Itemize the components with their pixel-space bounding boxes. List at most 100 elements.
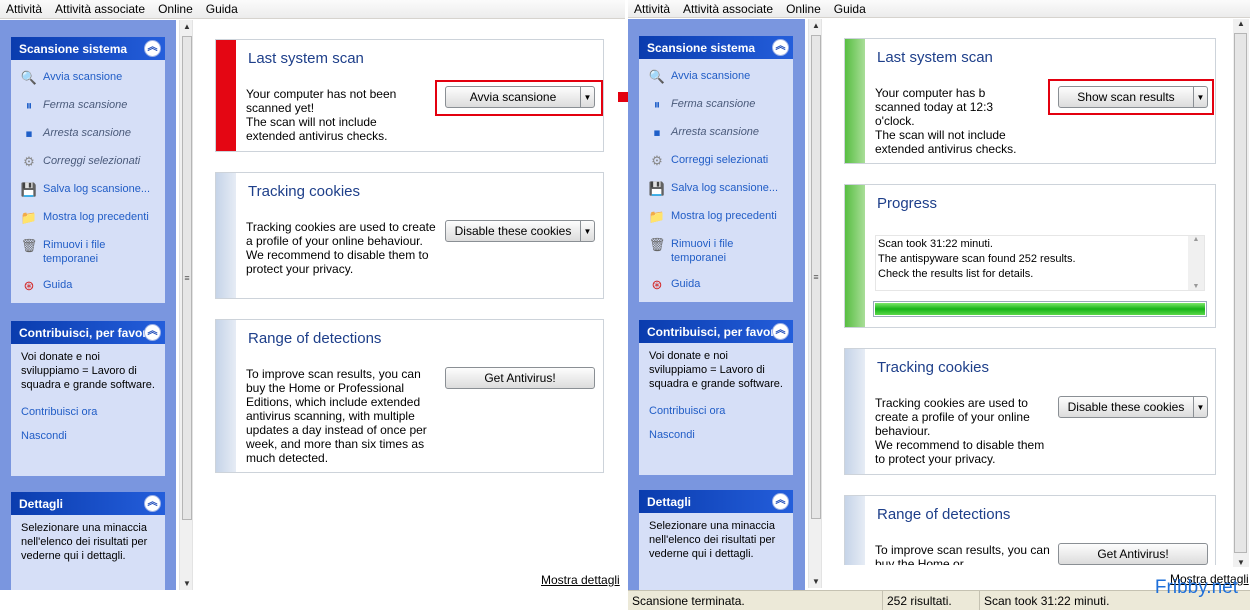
- folder-icon: 📁: [648, 209, 666, 224]
- lifebuoy-icon: ⊛: [651, 277, 663, 292]
- status-results-count: 252 risultati.: [883, 591, 980, 610]
- magnifier-icon: 🔍: [648, 69, 666, 84]
- get-antivirus-button[interactable]: Get Antivirus!: [1058, 543, 1208, 565]
- menu-online[interactable]: Online: [786, 2, 821, 16]
- menu-attivita[interactable]: Attività: [6, 2, 42, 16]
- collapse-icon[interactable]: ︽: [772, 39, 789, 56]
- collapse-icon[interactable]: ︽: [144, 495, 161, 512]
- splitter-grip-icon[interactable]: ≡: [811, 272, 821, 282]
- task-mostra-log[interactable]: 📁 Mostra log precedenti: [21, 210, 155, 226]
- scrollbar-thumb[interactable]: [1234, 33, 1247, 553]
- tracking-cookies-title: Tracking cookies: [877, 359, 989, 376]
- menu-online[interactable]: Online: [158, 2, 193, 16]
- collapse-icon[interactable]: ︽: [144, 40, 161, 57]
- status-stripe-blue: [216, 320, 236, 472]
- range-detections-text: To improve scan results, you can buy the…: [875, 543, 1050, 565]
- trash-icon: 🗑: [20, 238, 38, 253]
- splitter-scrollbar[interactable]: ▲ ≡ ▼: [179, 20, 193, 590]
- splitter-scrollbar[interactable]: ▲ ≡ ▼: [808, 19, 822, 588]
- status-message: Scansione terminata.: [628, 591, 883, 610]
- tracking-cookies-text: Tracking cookies are used to create a pr…: [246, 220, 436, 276]
- collapse-icon[interactable]: ︽: [772, 323, 789, 340]
- menu-attivita-associate[interactable]: Attività associate: [55, 2, 145, 16]
- scroll-down-icon[interactable]: ▼: [811, 577, 821, 586]
- collapse-icon[interactable]: ︽: [144, 324, 161, 341]
- menubar: Attività Attività associate Online Guida: [628, 0, 1250, 18]
- contrib-box-header[interactable]: Contribuisci, per favore ︽: [639, 320, 793, 343]
- contribuisci-ora-link[interactable]: Contribuisci ora: [649, 405, 783, 417]
- magnifier-icon: 🔍: [20, 70, 38, 85]
- range-detections-card: Range of detections To improve scan resu…: [844, 495, 1216, 565]
- task-guida[interactable]: ⊛ Guida: [21, 278, 155, 294]
- details-box-header[interactable]: Dettagli ︽: [639, 490, 793, 513]
- task-rimuovi-file[interactable]: 🗑 Rimuovi i file temporanei: [649, 237, 783, 265]
- tracking-cookies-text: Tracking cookies are used to create a pr…: [875, 396, 1045, 466]
- task-arresta-scansione: ⏹ Arresta scansione: [649, 125, 783, 141]
- gear-icon: ⚙: [651, 153, 663, 168]
- status-stripe-green: [845, 185, 865, 327]
- task-guida[interactable]: ⊛ Guida: [649, 277, 783, 293]
- scan-box: Scansione sistema ︽ 🔍 Avvia scansione ⏸ Fer…: [11, 37, 165, 303]
- progress-title: Progress: [877, 195, 938, 212]
- scroll-up-icon[interactable]: ▲: [811, 21, 821, 30]
- contrib-box-header[interactable]: Contribuisci, per favore ︽: [11, 321, 165, 344]
- floppy-icon: 💾: [648, 181, 666, 196]
- status-stripe-blue: [845, 349, 865, 474]
- scroll-up-icon[interactable]: ▲: [1233, 19, 1249, 28]
- scroll-down-icon[interactable]: ▼: [1233, 558, 1249, 567]
- task-sidebar: Scansione sistema ︽ 🔍 Avvia scansione ⏸ Fer…: [628, 19, 805, 590]
- task-correggi-selezionati: ⚙ Correggi selezionati: [21, 154, 155, 170]
- stop-icon: ⏹: [653, 125, 661, 140]
- task-salva-log[interactable]: 💾 Salva log scansione...: [21, 182, 155, 198]
- left-window: Attività Attività associate Online Guida…: [0, 0, 625, 610]
- dropdown-arrow-icon[interactable]: ▼: [580, 221, 594, 241]
- status-stripe-red: [216, 40, 236, 151]
- menu-attivita[interactable]: Attività: [634, 2, 670, 16]
- contribuisci-ora-link[interactable]: Contribuisci ora: [21, 406, 155, 418]
- highlight-box: [1048, 79, 1214, 115]
- task-rimuovi-file[interactable]: 🗑 Rimuovi i file temporanei: [21, 238, 155, 266]
- disable-cookies-button[interactable]: Disable these cookies ▼: [1058, 396, 1208, 418]
- scan-box-header[interactable]: Scansione sistema ︽: [11, 37, 165, 60]
- task-correggi-selezionati[interactable]: ⚙ Correggi selezionati: [649, 153, 783, 169]
- dropdown-arrow-icon[interactable]: ▼: [1193, 397, 1207, 417]
- menu-guida[interactable]: Guida: [206, 2, 238, 16]
- splitter-grip-icon[interactable]: ≡: [182, 273, 192, 283]
- task-ferma-scansione: ⏸ Ferma scansione: [649, 97, 783, 113]
- range-detections-text: To improve scan results, you can buy the…: [246, 367, 427, 465]
- contrib-text: Voi donate e noi sviluppiamo = Lavoro di…: [21, 351, 155, 391]
- range-detections-title: Range of detections: [877, 506, 1011, 523]
- task-avvia-scansione[interactable]: 🔍 Avvia scansione: [21, 70, 155, 86]
- menu-guida[interactable]: Guida: [834, 2, 866, 16]
- contrib-box: Contribuisci, per favore ︽ Voi donate e n…: [639, 320, 793, 475]
- scan-box-header[interactable]: Scansione sistema ︽: [639, 36, 793, 59]
- contrib-text: Voi donate e noi sviluppiamo = Lavoro di…: [649, 350, 783, 390]
- task-salva-log[interactable]: 💾 Salva log scansione...: [649, 181, 783, 197]
- progress-fill: [875, 303, 1205, 315]
- last-scan-text: Your computer has b scanned today at 12:…: [875, 86, 1017, 156]
- progress-log[interactable]: Scan took 31:22 minuti. The antispyware …: [875, 235, 1205, 291]
- scroll-up-icon[interactable]: ▲: [1188, 236, 1204, 243]
- stop-icon: ⏹: [25, 126, 33, 141]
- get-antivirus-button[interactable]: Get Antivirus!: [445, 367, 595, 389]
- nascondi-link[interactable]: Nascondi: [649, 429, 783, 441]
- task-avvia-scansione[interactable]: 🔍 Avvia scansione: [649, 69, 783, 85]
- task-mostra-log[interactable]: 📁 Mostra log precedenti: [649, 209, 783, 225]
- details-box-header[interactable]: Dettagli ︽: [11, 492, 165, 515]
- folder-icon: 📁: [20, 210, 38, 225]
- right-window: Attività Attività associate Online Guida…: [628, 0, 1250, 610]
- collapse-icon[interactable]: ︽: [772, 493, 789, 510]
- last-scan-title: Last system scan: [877, 49, 993, 66]
- scroll-down-icon[interactable]: ▼: [182, 579, 192, 588]
- details-box: Dettagli ︽ Selezionare una minaccia nell'…: [639, 490, 793, 590]
- scroll-up-icon[interactable]: ▲: [182, 22, 192, 31]
- scroll-down-icon[interactable]: ▼: [1188, 283, 1204, 290]
- menu-attivita-associate[interactable]: Attività associate: [683, 2, 773, 16]
- mostra-dettagli-link[interactable]: Mostra dettagli: [541, 573, 620, 587]
- disable-cookies-button[interactable]: Disable these cookies ▼: [445, 220, 595, 242]
- nascondi-link[interactable]: Nascondi: [21, 430, 155, 442]
- progress-log-scrollbar[interactable]: ▲ ▼: [1188, 236, 1204, 290]
- range-detections-card: Range of detections To improve scan resu…: [215, 319, 604, 473]
- main-scrollbar[interactable]: ▲ ▼: [1233, 19, 1249, 567]
- details-text: Selezionare una minaccia nell'elenco dei…: [21, 522, 148, 562]
